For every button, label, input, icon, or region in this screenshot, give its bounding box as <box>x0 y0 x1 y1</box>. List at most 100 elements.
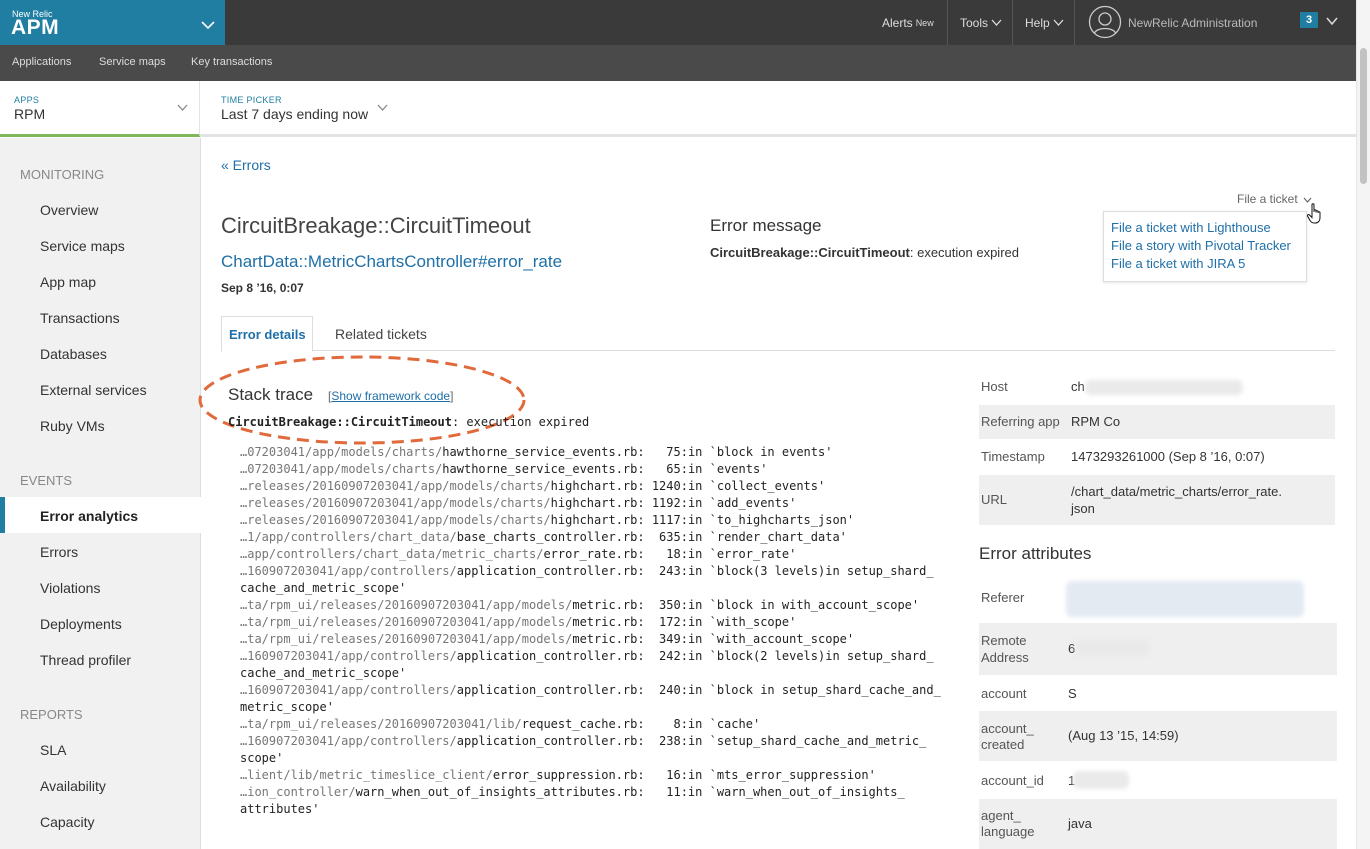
scrollbar-thumb[interactable] <box>1360 48 1367 184</box>
sidebar-item-thread-profiler[interactable]: Thread profiler <box>40 652 131 668</box>
alerts-new-badge: New <box>915 17 934 28</box>
alerts-link[interactable]: Alerts New <box>882 0 934 45</box>
sidebar-item-error-analytics[interactable]: Error analytics <box>40 508 138 524</box>
sidebar-item-app-map[interactable]: App map <box>40 274 96 290</box>
stack-trace-path: …releases/20160907203041/app/models/char… <box>240 479 551 493</box>
sub-nav: Applications Service maps Key transactio… <box>0 45 1370 81</box>
file-ticket-button[interactable]: File a ticket <box>1237 192 1312 206</box>
stack-trace-file: attributes' <box>240 802 320 816</box>
sidebar-item-transactions[interactable]: Transactions <box>40 310 120 326</box>
sidebar-item-ruby-vms[interactable]: Ruby VMs <box>40 418 105 434</box>
agent-language-key-line1: agent_ <box>981 808 1021 823</box>
stack-trace-path: …ta/rpm_ui/releases/20160907203041/app/m… <box>240 615 573 629</box>
stack-trace-file: error_suppression.rb <box>492 768 638 782</box>
stack-trace-file: highchart.rb <box>550 479 638 493</box>
apps-picker-label: APPS <box>14 95 40 105</box>
time-picker[interactable]: TIME PICKER Last 7 days ending now <box>201 81 401 134</box>
apps-picker[interactable]: APPS RPM <box>0 81 200 137</box>
stack-trace-line: metric_scope' <box>240 699 941 716</box>
info-row-referring-app: Referring app RPM Co <box>979 405 1335 439</box>
show-framework-code[interactable]: [Show framework code] <box>328 389 453 403</box>
stack-trace-location: : 65:in `events' <box>637 462 768 476</box>
sidebar-item-sla[interactable]: SLA <box>40 742 66 758</box>
apm-brand-menu[interactable]: New Relic APM <box>0 0 225 45</box>
referring-app-link[interactable]: RPM Co <box>1071 414 1120 429</box>
stack-trace-file: base_charts_controller.rb <box>456 530 638 544</box>
stack-trace-location: : 16:in `mts_error_suppression' <box>637 768 876 782</box>
ticket-option-lighthouse[interactable]: File a ticket with Lighthouse <box>1111 220 1271 235</box>
sidebar-item-capacity[interactable]: Capacity <box>40 814 94 830</box>
redacted-value <box>1075 639 1149 657</box>
stack-trace-line: …releases/20160907203041/app/models/char… <box>240 512 941 529</box>
stack-trace-path: …160907203041/app/controllers/ <box>240 734 457 748</box>
attr-row-account: account S <box>979 676 1337 710</box>
stack-trace-location: : 243:in `block(3 levels)in setup_shard_ <box>637 564 934 578</box>
stack-trace-path: …ta/rpm_ui/releases/20160907203041/lib/ <box>240 717 522 731</box>
stack-trace-path: …releases/20160907203041/app/models/char… <box>240 496 551 510</box>
url-value-line1: /chart_data/metric_charts/error_rate. <box>1071 484 1282 499</box>
user-avatar-icon[interactable] <box>1088 5 1122 39</box>
sidebar-section-reports: REPORTS <box>20 707 83 722</box>
stack-trace-location: : 349:in `with_account_scope' <box>637 632 855 646</box>
stack-error-text: : execution expired <box>451 415 590 429</box>
sidebar-item-external-services[interactable]: External services <box>40 382 147 398</box>
apps-picker-value: RPM <box>14 106 46 122</box>
tab-related-tickets[interactable]: Related tickets <box>335 326 427 342</box>
subnav-key-transactions[interactable]: Key transactions <box>191 56 272 68</box>
ticket-option-jira[interactable]: File a ticket with JIRA 5 <box>1111 256 1245 271</box>
top-bar: New Relic APM Alerts New Tools Help NewRe… <box>0 0 1370 45</box>
stack-trace-path: …160907203041/app/controllers/ <box>240 649 457 663</box>
tab-error-details[interactable]: Error details <box>221 316 313 352</box>
account-name[interactable]: NewRelic Administration <box>1128 0 1257 45</box>
stack-trace-location: : 8:in `cache' <box>637 717 761 731</box>
stack-trace-location: : 11:in `warn_when_out_of_insights_ <box>637 785 905 799</box>
stack-trace-file: application_controller.rb <box>456 649 638 663</box>
chevron-down-icon <box>177 104 188 111</box>
error-message: CircuitBreakage::CircuitTimeout: executi… <box>710 245 1019 260</box>
error-date: Sep 8 ’16, 0:07 <box>221 281 304 295</box>
chevron-down-icon[interactable] <box>1326 17 1338 26</box>
attr-row-remote-address: Remote Address 6 <box>979 623 1337 675</box>
show-framework-code-link[interactable]: Show framework code <box>331 389 450 403</box>
info-row-url: URL /chart_data/metric_charts/error_rate… <box>979 475 1335 525</box>
sidebar-item-errors[interactable]: Errors <box>40 544 78 560</box>
stack-trace-line: attributes' <box>240 801 941 818</box>
subnav-applications[interactable]: Applications <box>12 56 71 68</box>
tools-menu[interactable]: Tools <box>960 0 1002 45</box>
sidebar-item-deployments[interactable]: Deployments <box>40 616 122 632</box>
sidebar-item-availability[interactable]: Availability <box>40 778 106 794</box>
time-picker-label: TIME PICKER <box>221 95 282 105</box>
help-menu[interactable]: Help <box>1025 0 1064 45</box>
back-to-errors-link[interactable]: « Errors <box>221 157 271 173</box>
transaction-link[interactable]: ChartData::MetricChartsController#error_… <box>221 252 562 272</box>
sidebar-section-events: EVENTS <box>20 473 73 488</box>
account-count-badge: 3 <box>1300 12 1318 28</box>
stack-trace-line: …ta/rpm_ui/releases/20160907203041/app/m… <box>240 614 941 631</box>
stack-trace-line: …1/app/controllers/chart_data/base_chart… <box>240 529 941 546</box>
account-id-key: account_id <box>981 773 1044 788</box>
ticket-option-pivotal[interactable]: File a story with Pivotal Tracker <box>1111 238 1291 253</box>
stack-trace-path: …07203041/app/models/charts/ <box>240 462 443 476</box>
stack-trace-line: …07203041/app/models/charts/hawthorne_se… <box>240 444 941 461</box>
stack-trace-location: : 635:in `render_chart_data' <box>637 530 847 544</box>
help-label: Help <box>1025 15 1050 30</box>
timestamp-key: Timestamp <box>981 449 1045 464</box>
subnav-service-maps[interactable]: Service maps <box>99 56 166 68</box>
stack-trace-path: …releases/20160907203041/app/models/char… <box>240 513 551 527</box>
chevron-down-icon <box>1053 19 1064 26</box>
account-created-key-line1: account_ <box>981 721 1034 736</box>
stack-trace-file: metric.rb <box>572 598 638 612</box>
tools-label: Tools <box>960 15 989 30</box>
agent-language-key-line2: language <box>981 824 1035 839</box>
sidebar-item-service-maps[interactable]: Service maps <box>40 238 125 254</box>
stack-trace-path: …ion_controller/ <box>240 785 356 799</box>
stack-trace-path: …lient/lib/metric_timeslice_client/ <box>240 768 493 782</box>
stack-trace-file: request_cache.rb <box>521 717 638 731</box>
sidebar-item-databases[interactable]: Databases <box>40 346 107 362</box>
stack-trace-location: : 18:in `error_rate' <box>637 547 797 561</box>
alerts-label: Alerts <box>882 15 913 30</box>
stack-trace-line: …160907203041/app/controllers/applicatio… <box>240 733 941 750</box>
sidebar-item-overview[interactable]: Overview <box>40 202 98 218</box>
stack-trace-line: …ta/rpm_ui/releases/20160907203041/app/m… <box>240 631 941 648</box>
sidebar-item-violations[interactable]: Violations <box>40 580 100 596</box>
